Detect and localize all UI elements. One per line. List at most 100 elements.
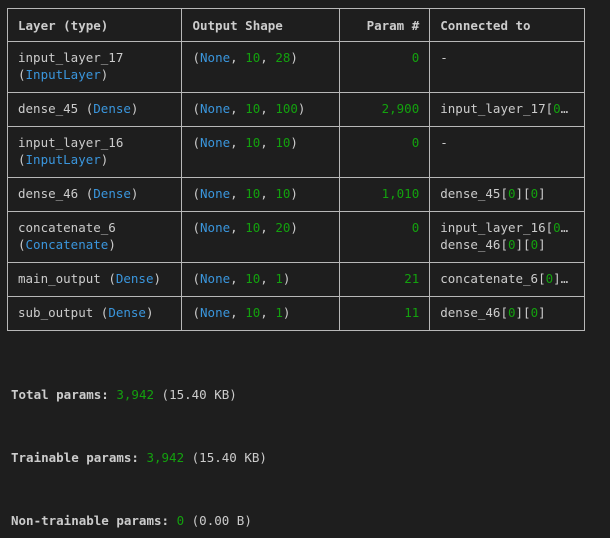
- truncation-ellipsis: …: [560, 101, 569, 116]
- shape-dim: 100: [275, 101, 298, 116]
- connected-end: ]: [538, 237, 546, 252]
- connected-layer: dense_46[: [440, 237, 508, 252]
- param-count: 2,900: [381, 101, 420, 116]
- connected-layer: dense_46[: [440, 305, 508, 320]
- param-count: 0: [411, 135, 420, 150]
- table-row: sub_output (Dense) (None, 10, 1) 11 dense_4…: [6, 296, 585, 331]
- total-params-size: (15.40 KB): [161, 387, 237, 402]
- layer-name: dense_45: [18, 101, 79, 116]
- connected-index: 0: [507, 305, 516, 320]
- layer-cell: input_layer_17 (InputLayer): [6, 41, 183, 93]
- connected-none: -: [440, 50, 448, 65]
- total-params-label: Total params:: [11, 387, 109, 402]
- connected-to-cell: dense_46[0][0]: [429, 296, 585, 331]
- layer-type: Dense: [108, 305, 146, 320]
- layer-type: Concatenate: [25, 237, 109, 252]
- shape-dim: 10: [275, 186, 291, 201]
- layer-cell: dense_45 (Dense): [6, 92, 183, 127]
- param-count-cell: 21: [338, 262, 431, 297]
- layer-cell: dense_46 (Dense): [6, 177, 183, 212]
- non-trainable-params-label: Non-trainable params:: [11, 513, 170, 528]
- connected-to-cell: concatenate_6[0]…: [429, 262, 585, 297]
- shape-batch-dim: None: [200, 305, 231, 320]
- output-shape-cell: (None, 10, 20): [181, 211, 340, 263]
- truncation-ellipsis: …: [560, 220, 569, 235]
- shape-dim: 10: [275, 135, 291, 150]
- table-body: input_layer_17 (InputLayer) (None, 10, 28)…: [6, 41, 585, 331]
- connected-to-cell: -: [429, 126, 585, 178]
- shape-dim: 20: [275, 220, 291, 235]
- output-shape-cell: (None, 10, 1): [181, 296, 340, 331]
- connected-none: -: [440, 135, 448, 150]
- connected-index: 0: [507, 237, 516, 252]
- connected-layer: input_layer_16[: [440, 220, 554, 235]
- table-row: dense_45 (Dense) (None, 10, 100) 2,900 inpu…: [6, 92, 585, 127]
- non-trainable-params-line: Non-trainable params: 0 (0.00 B): [11, 513, 252, 528]
- connected-to-cell: -: [429, 41, 585, 93]
- layer-type: InputLayer: [25, 67, 101, 82]
- non-trainable-params-size: (0.00 B): [191, 513, 252, 528]
- total-params-value: 3,942: [116, 387, 155, 402]
- connected-layer: concatenate_6[: [440, 271, 546, 286]
- layer-cell: input_layer_16 (InputLayer): [6, 126, 183, 178]
- output-shape-cell: (None, 10, 10): [181, 126, 340, 178]
- shape-dim: 1: [275, 271, 283, 286]
- shape-dim: 10: [245, 135, 261, 150]
- header-param-count: Param #: [338, 8, 431, 42]
- layer-name: dense_46: [18, 186, 79, 201]
- connected-to-cell: dense_45[0][0]: [429, 177, 585, 212]
- table-header-row: Layer (type) Output Shape Param # Connec…: [6, 8, 585, 42]
- layer-type: InputLayer: [25, 152, 101, 167]
- table-row: input_layer_17 (InputLayer) (None, 10, 28)…: [6, 41, 585, 93]
- shape-dim: 10: [245, 220, 261, 235]
- shape-batch-dim: None: [200, 271, 231, 286]
- table-row: input_layer_16 (InputLayer) (None, 10, 10)…: [6, 126, 585, 178]
- param-count-cell: 11: [338, 296, 431, 331]
- param-count: 0: [411, 50, 420, 65]
- shape-batch-dim: None: [200, 50, 231, 65]
- non-trainable-params-value: 0: [176, 513, 185, 528]
- layer-cell: sub_output (Dense): [6, 296, 183, 331]
- connected-end: ]: [538, 305, 546, 320]
- table-row: dense_46 (Dense) (None, 10, 10) 1,010 dense…: [6, 177, 585, 212]
- shape-batch-dim: None: [200, 220, 231, 235]
- connected-separator: ][: [515, 305, 531, 320]
- connected-index: 0: [553, 101, 561, 116]
- layer-summary-table: Layer (type) Output Shape Param # Connec…: [6, 8, 585, 331]
- param-count-cell: 0: [338, 126, 431, 178]
- layer-name: sub_output: [18, 305, 94, 320]
- layer-cell: concatenate_6 (Concatenate): [6, 211, 183, 263]
- shape-batch-dim: None: [200, 135, 231, 150]
- param-count-cell: 0: [338, 41, 431, 93]
- header-connected-to: Connected to: [429, 8, 585, 42]
- layer-type: Dense: [93, 101, 131, 116]
- trainable-params-label: Trainable params:: [11, 450, 139, 465]
- param-count: 11: [404, 305, 420, 320]
- layer-name: input_layer_16: [18, 135, 124, 150]
- shape-dim: 10: [245, 50, 261, 65]
- table-row: main_output (Dense) (None, 10, 1) 21 concat…: [6, 262, 585, 297]
- trainable-params-size: (15.40 KB): [191, 450, 267, 465]
- layer-name: concatenate_6: [18, 220, 116, 235]
- layer-name: main_output: [18, 271, 101, 286]
- output-shape-cell: (None, 10, 10): [181, 177, 340, 212]
- trainable-params-line: Trainable params: 3,942 (15.40 KB): [11, 450, 267, 465]
- connected-index: 0: [507, 186, 516, 201]
- shape-dim: 10: [245, 186, 261, 201]
- connected-to-cell: input_layer_16[0… dense_46[0][0]: [429, 211, 585, 263]
- connected-index: 0: [530, 305, 539, 320]
- truncation-ellipsis: ]…: [553, 271, 569, 286]
- connected-layer: input_layer_17[: [440, 101, 554, 116]
- param-count: 1,010: [381, 186, 420, 201]
- shape-dim: 28: [275, 50, 291, 65]
- layer-type: Dense: [93, 186, 131, 201]
- header-layer-type: Layer (type): [6, 8, 183, 42]
- param-count: 0: [411, 220, 420, 235]
- layer-type: Dense: [115, 271, 154, 286]
- output-shape-cell: (None, 10, 28): [181, 41, 340, 93]
- shape-dim: 10: [245, 305, 261, 320]
- total-params-line: Total params: 3,942 (15.40 KB): [11, 387, 237, 402]
- connected-layer: dense_45[: [440, 186, 508, 201]
- shape-dim: 10: [245, 101, 261, 116]
- connected-index: 0: [545, 271, 554, 286]
